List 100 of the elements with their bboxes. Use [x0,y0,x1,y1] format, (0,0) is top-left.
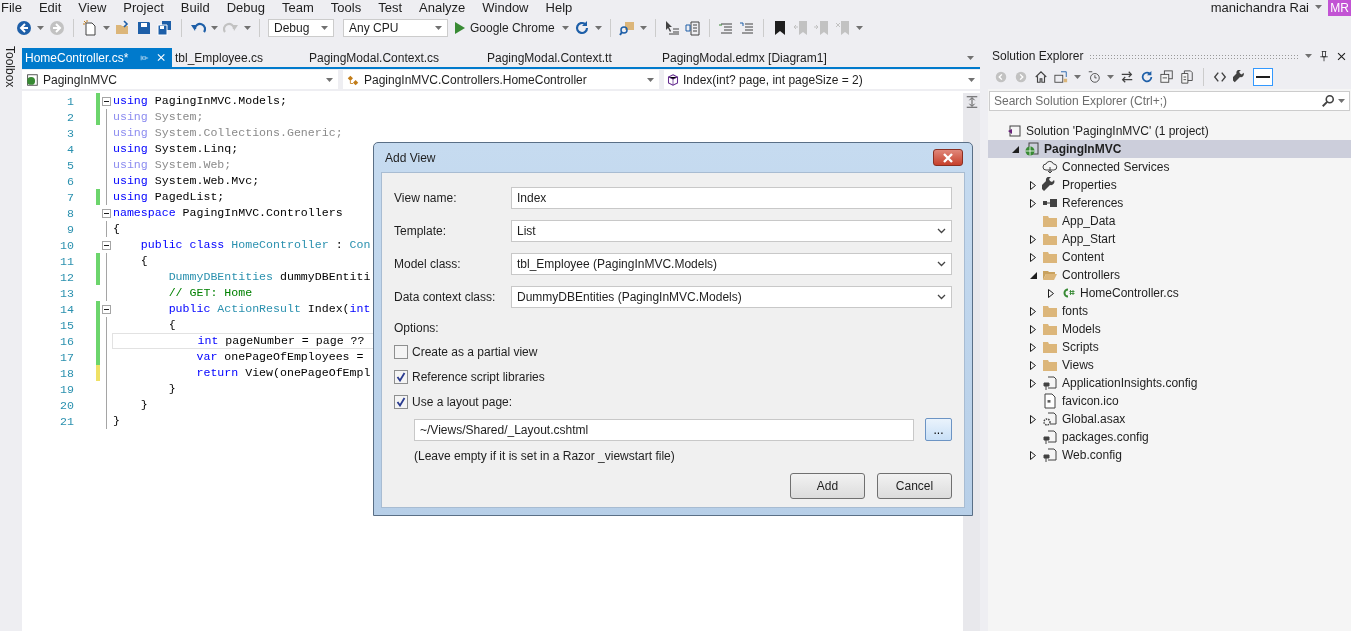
new-project-icon[interactable] [82,20,98,36]
expand-arrow-icon[interactable] [1030,450,1036,460]
menu-item[interactable]: Window [482,0,529,15]
expand-arrow-icon[interactable] [1030,306,1036,316]
dropdown-field[interactable]: DummyDBEntities (PagingInMVC.Models) [511,286,952,308]
back-icon[interactable] [16,20,32,36]
input-field[interactable]: ~/Views/Shared/_Layout.cshtml [414,418,914,441]
menu-item[interactable]: View [78,0,107,15]
caret-icon[interactable] [1107,75,1114,79]
tree-item[interactable]: Global.asax [988,410,1351,428]
menu-item[interactable]: Edit [38,0,62,15]
menu-item[interactable]: Analyze [419,0,466,15]
expand-arrow-icon[interactable] [1030,414,1036,424]
menu-item[interactable]: Debug [226,0,265,15]
tree-item[interactable]: ApplicationInsights.config [988,374,1351,392]
caret-icon[interactable] [103,26,110,30]
user-name[interactable]: manichandra Rai [1210,0,1309,15]
overflow-icon[interactable] [855,26,863,30]
checkbox[interactable]: Create as a partial view [394,343,952,360]
tree-item[interactable]: Web.config [988,446,1351,464]
expand-arrow-icon[interactable] [1030,342,1036,352]
tree-item[interactable]: Controllers [988,266,1351,284]
navigation-dropdown[interactable]: PagingInMVC [22,70,338,89]
caret-icon[interactable] [561,26,569,30]
copy-icon[interactable] [1180,70,1194,84]
tree-item[interactable]: References [988,194,1351,212]
caret-icon[interactable] [594,26,602,30]
split-icon[interactable] [964,95,979,109]
find-folder-icon[interactable] [618,20,635,36]
expand-arrow-icon[interactable] [1030,360,1036,370]
save-all-icon[interactable] [157,20,173,36]
menu-item[interactable]: Project [123,0,164,15]
caret-icon[interactable] [37,26,44,30]
browse-button[interactable]: ... [925,418,952,441]
copy-list-icon[interactable] [684,20,701,36]
configuration-dropdown[interactable]: Debug [268,19,334,37]
collapse-icon[interactable] [102,240,111,250]
close-button[interactable] [933,149,963,166]
user-avatar[interactable]: MR [1328,0,1351,16]
tab-list-caret-icon[interactable] [967,55,974,60]
expand-arrow-icon[interactable] [1030,234,1036,244]
caret-icon[interactable] [1338,99,1345,103]
navigation-dropdown[interactable]: PagingInMVC.Controllers.HomeController [343,70,659,89]
platform-dropdown[interactable]: Any CPU [343,19,448,37]
cursor-list-icon[interactable] [663,20,680,36]
dialog-button[interactable]: Cancel [877,473,952,499]
tree-item[interactable]: Views [988,356,1351,374]
expand-arrow-icon[interactable] [1030,180,1036,190]
collapse-icon[interactable] [102,96,111,106]
input-field[interactable]: Index [511,187,952,209]
file-tab[interactable]: PagingModal.Context.tt [484,48,659,67]
collapse-arrow-icon[interactable] [1029,271,1037,279]
menu-item[interactable]: Help [545,0,573,15]
checkbox[interactable]: Use a layout page: [394,393,952,410]
tree-item[interactable]: favicon.ico [988,392,1351,410]
checkbox[interactable]: Reference script libraries [394,368,952,385]
tree-item[interactable]: Content [988,248,1351,266]
menu-item[interactable]: File [1,0,22,15]
open-folder-icon[interactable] [115,20,131,36]
expand-arrow-icon[interactable] [1030,324,1036,334]
close-icon[interactable] [1336,50,1347,62]
home-icon[interactable] [1034,70,1048,84]
expand-arrow-icon[interactable] [1030,378,1036,388]
menu-item[interactable]: Build [180,0,210,15]
expand-arrow-icon[interactable] [1030,252,1036,262]
code-icon[interactable] [1213,70,1227,84]
dialog-button[interactable]: Add [790,473,865,499]
menu-item[interactable]: Team [282,0,314,15]
collapse-icon[interactable] [102,304,111,314]
collapse-all-icon[interactable] [1160,70,1174,84]
tree-item[interactable]: App_Start [988,230,1351,248]
history-icon[interactable] [1087,70,1101,84]
refresh-icon[interactable] [573,20,590,36]
search-field[interactable]: Search Solution Explorer (Ctrl+;) [989,91,1350,111]
dropdown-field[interactable]: List [511,220,952,242]
preview-toggle-icon[interactable] [1253,68,1273,86]
tree-item[interactable]: PagingInMVC [988,140,1351,158]
tree-item[interactable]: Scripts [988,338,1351,356]
navigation-dropdown[interactable]: Index(int? page, int pageSize = 2) [664,70,980,89]
save-icon[interactable] [136,20,152,36]
menu-item[interactable]: Test [378,0,402,15]
tree-item[interactable]: fonts [988,302,1351,320]
swap-arrows-icon[interactable] [1120,70,1134,84]
overflow-icon[interactable] [639,26,647,30]
caret-icon[interactable] [211,26,218,30]
file-tab[interactable]: PagingModal.edmx [Diagram1] [659,48,834,67]
refresh-icon[interactable] [1140,70,1154,84]
menu-item[interactable]: Tools [330,0,362,15]
dropdown-field[interactable]: tbl_Employee (PagingInMVC.Models) [511,253,952,275]
tree-item[interactable]: Connected Services [988,158,1351,176]
collapse-arrow-icon[interactable] [1011,145,1019,153]
run-button[interactable]: Google Chrome [453,21,557,35]
collapse-icon[interactable] [102,208,111,218]
caret-icon[interactable] [1315,5,1322,9]
file-tab[interactable]: PagingModal.Context.cs [306,48,484,67]
tree-item[interactable]: Properties [988,176,1351,194]
wrench-icon[interactable] [1233,70,1247,84]
file-tab[interactable]: tbl_Employee.cs [172,48,306,67]
expand-arrow-icon[interactable] [1030,198,1036,208]
caret-icon[interactable] [1305,54,1312,58]
